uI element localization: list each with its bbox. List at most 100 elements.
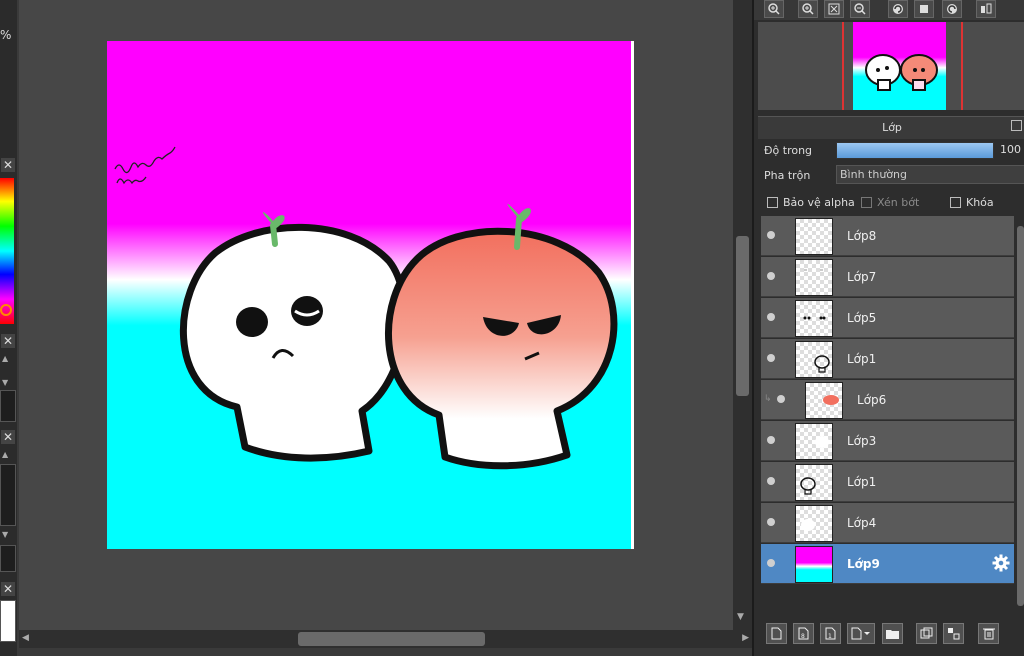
close-icon[interactable]: ✕ [1,430,15,444]
merge-layer-icon[interactable] [943,623,964,644]
visibility-icon[interactable] [767,477,775,485]
new-layer-8bit-icon[interactable]: 8 [793,623,814,644]
scroll-left-icon[interactable]: ◀ [22,633,29,643]
layer-row[interactable]: Lớp1 [761,462,1014,502]
zoom-in-icon[interactable] [764,0,784,18]
fit-screen-icon[interactable] [824,0,844,18]
opacity-value: 100 % [1000,143,1024,156]
blend-mode-select[interactable]: Bình thường [836,165,1024,184]
layer-list-scrollbar[interactable] [1015,216,1024,606]
rotate-left-icon[interactable] [888,0,908,18]
brush-size-box[interactable] [0,390,16,422]
layer-row[interactable]: Lớp5 [761,298,1014,338]
clipping-label: Xén bớt [877,196,920,209]
layer-row[interactable]: ↳ Lớp6 [761,380,1014,420]
visibility-icon[interactable] [767,231,775,239]
layer-name: Lớp7 [847,270,877,284]
left-tool-strip: % ✕ ✕ ▲ ▼ ✕ ▲ ▼ ✕ [0,0,17,656]
layer-thumbnail [795,505,833,542]
close-icon[interactable]: ✕ [1,582,15,596]
visibility-icon[interactable] [767,272,775,280]
close-icon[interactable]: ✕ [1,158,15,172]
layer-thumbnail [795,423,833,460]
clipping-indicator-icon: ↳ [764,394,772,404]
canvas-area[interactable] [19,0,733,630]
new-layer-1bit-icon[interactable]: 1 [820,623,841,644]
layer-panel-header: Lớp [758,116,1024,139]
layer-row[interactable]: Lớp8 [761,216,1014,256]
lock-checkbox[interactable]: Khóa [950,196,994,209]
visibility-icon[interactable] [767,559,775,567]
layer-row-selected[interactable]: Lớp9 [761,544,1014,584]
layer-scroll-thumb[interactable] [1017,226,1024,606]
layer-row[interactable]: Lớp3 [761,421,1014,461]
layer-name: Lớp8 [847,229,877,243]
scroll-right-icon[interactable]: ▶ [742,633,749,643]
opacity-slider[interactable] [836,142,994,159]
layer-row[interactable]: Lớp1 [761,339,1014,379]
visibility-icon[interactable] [767,518,775,526]
opacity-label: Độ trong [764,144,813,157]
fullscreen-icon[interactable] [914,0,934,18]
layer-name: Lớp6 [857,393,887,407]
protect-alpha-checkbox[interactable]: Bảo vệ alpha [767,196,855,209]
layer-row[interactable]: Lớp4 [761,503,1014,543]
navigator-toolbar [754,0,1024,20]
layer-toolbar: 8 1 [754,620,1024,648]
layer-thumbnail [795,464,833,501]
material-box[interactable] [0,545,16,572]
canvas-horizontal-scrollbar[interactable]: ◀ ▶ [19,630,752,648]
layer-thumbnail [795,341,833,378]
visibility-icon[interactable] [767,354,775,362]
color-picker-handle[interactable] [0,304,12,316]
layer-name: Lớp4 [847,516,877,530]
layer-name: Lớp9 [847,557,880,571]
trash-icon[interactable] [978,623,999,644]
layer-panel-title: Lớp [882,121,902,134]
visibility-icon[interactable] [777,395,785,403]
folder-icon[interactable] [882,623,903,644]
layer-thumbnail [805,382,843,419]
lock-label: Khóa [966,196,994,209]
color-hue-strip[interactable] [0,178,14,324]
layer-row[interactable]: Lớp7 [761,257,1014,297]
visibility-icon[interactable] [767,436,775,444]
new-layer-icon[interactable] [766,623,787,644]
canvas-vertical-scrollbar[interactable]: ▼ [733,0,752,630]
layer-name: Lớp3 [847,434,877,448]
vertical-scroll-thumb[interactable] [736,236,749,396]
duplicate-layer-icon[interactable] [916,623,937,644]
navigator-preview[interactable] [758,22,1024,110]
blend-mode-value: Bình thường [840,168,907,181]
flip-icon[interactable] [976,0,996,18]
layer-thumbnail [795,259,833,296]
gear-icon[interactable] [992,554,1010,576]
artwork-canvas[interactable] [107,41,634,549]
layer-list: Lớp8 Lớp7 Lớp5 Lớp1 ↳ Lớp6 Lớp3 Lớp1 Lớp… [761,216,1014,596]
popout-icon[interactable] [1011,120,1022,131]
visibility-icon[interactable] [767,313,775,321]
preview-box [0,600,16,642]
close-icon[interactable]: ✕ [1,334,15,348]
layer-thumbnail [795,218,833,255]
scroll-up-icon[interactable]: ▲ [2,450,8,459]
add-layer-dropdown-icon[interactable] [847,623,875,644]
protect-alpha-label: Bảo vệ alpha [783,196,855,209]
clipping-checkbox[interactable]: Xén bớt [861,196,919,209]
zoom-percent-label: % [0,28,12,42]
navigator-thumbnail [853,22,946,110]
scroll-down-icon[interactable]: ▼ [2,378,8,387]
scroll-down-icon[interactable]: ▼ [737,612,744,622]
rotate-right-icon[interactable] [942,0,962,18]
horizontal-scroll-thumb[interactable] [298,632,485,646]
layer-name: Lớp5 [847,311,877,325]
brush-list-box[interactable] [0,464,16,526]
scroll-down-icon[interactable]: ▼ [2,530,8,539]
layer-name: Lớp1 [847,475,877,489]
zoom-in-icon[interactable] [798,0,818,18]
right-panel: Lớp Độ trong 100 % Pha trộn Bình thường … [752,0,1024,656]
layer-name: Lớp1 [847,352,877,366]
blend-mode-label: Pha trộn [764,169,811,182]
zoom-out-icon[interactable] [850,0,870,18]
scroll-up-icon[interactable]: ▲ [2,354,8,363]
